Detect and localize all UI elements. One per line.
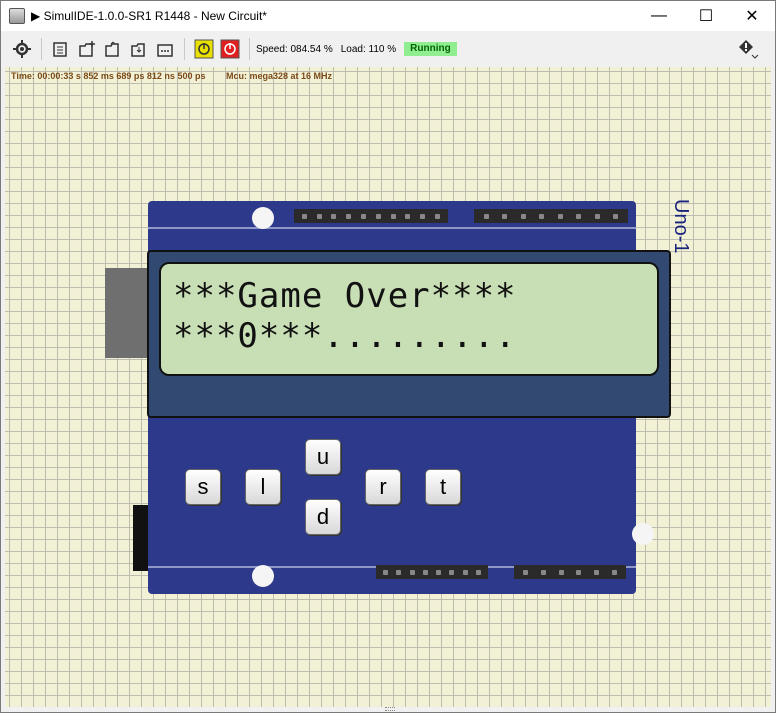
app-icon [9, 8, 25, 24]
mounting-hole [252, 565, 274, 587]
key-l-button[interactable]: l [245, 469, 281, 505]
lcd-line-1: ***Game Over**** [173, 276, 517, 316]
close-button[interactable]: ✕ [729, 1, 775, 31]
status-badge: Running [404, 42, 457, 56]
key-d-button[interactable]: d [305, 499, 341, 535]
mounting-hole [252, 207, 274, 229]
minimize-button[interactable]: — [636, 1, 682, 31]
load-readout: Load: 110 % [340, 43, 397, 55]
circuit-list-icon[interactable] [48, 36, 74, 62]
settings-icon[interactable] [9, 36, 35, 62]
mcu-info: Mcu: mega328 at 16 MHz [225, 71, 333, 81]
lcd-line-2: ***0***......... [173, 316, 517, 356]
circuit-canvas[interactable]: Time: 00:00:33 s 852 ms 689 ps 812 ns 50… [5, 67, 771, 707]
key-u-button[interactable]: u [305, 439, 341, 475]
info-menu-icon[interactable] [735, 36, 761, 62]
analog-header [514, 565, 626, 579]
stop-simulation-icon[interactable] [217, 36, 243, 62]
mounting-hole [632, 523, 654, 545]
lcd-screen: ***Game Over**** ***0***......... [159, 262, 659, 376]
usb-connector [105, 268, 151, 358]
board-edge [148, 227, 636, 229]
power-header [376, 565, 488, 579]
key-s-button[interactable]: s [185, 469, 221, 505]
window-title: ▶ SimulIDE-1.0.0-SR1 R1448 - New Circuit… [31, 9, 267, 23]
toolbar: Speed: 084.54 % Load: 110 % Running [1, 31, 775, 67]
digital-header-left [294, 209, 448, 223]
key-r-button[interactable]: r [365, 469, 401, 505]
save-as-icon[interactable] [152, 36, 178, 62]
speed-readout: Speed: 084.54 % [256, 43, 333, 55]
new-circuit-icon[interactable] [74, 36, 100, 62]
component-label: Uno-1 [670, 199, 692, 254]
lcd-display: ***Game Over**** ***0***......... [147, 250, 671, 418]
main-window: ▶ SimulIDE-1.0.0-SR1 R1448 - New Circuit… [0, 0, 776, 713]
resize-grip[interactable] [385, 707, 395, 711]
save-circuit-icon[interactable] [126, 36, 152, 62]
open-circuit-icon[interactable] [100, 36, 126, 62]
simulation-info: Time: 00:00:33 s 852 ms 689 ps 812 ns 50… [11, 71, 336, 81]
title-bar: ▶ SimulIDE-1.0.0-SR1 R1448 - New Circuit… [1, 1, 775, 31]
maximize-button[interactable]: ☐ [683, 1, 729, 31]
key-t-button[interactable]: t [425, 469, 461, 505]
digital-header-right [474, 209, 628, 223]
sim-time: Time: 00:00:33 s 852 ms 689 ps 812 ns 50… [11, 71, 206, 81]
power-on-icon[interactable] [191, 36, 217, 62]
